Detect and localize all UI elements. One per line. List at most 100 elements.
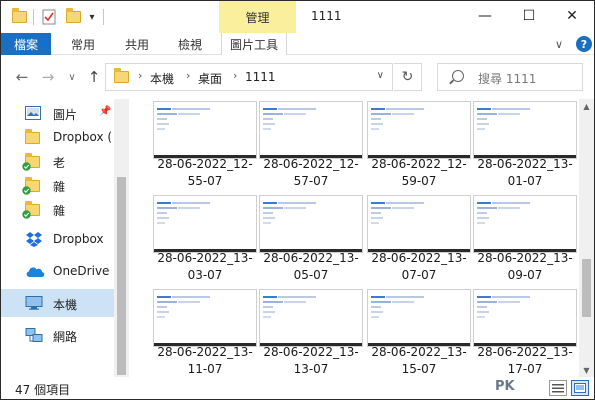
address-bar[interactable]: › 本機 › 桌面 › 1111 ∨ xyxy=(105,63,393,91)
file-name-line-2: 17-07 xyxy=(507,362,543,376)
properties-icon[interactable] xyxy=(39,7,59,27)
crumb-separator: › xyxy=(186,69,191,82)
sidebar-item-this-pc[interactable]: 本機 xyxy=(1,289,114,317)
sidebar-item-label: Dropbox xyxy=(53,232,104,246)
file-name-line-2: 03-07 xyxy=(187,268,223,282)
sidebar-item-label: 老 xyxy=(53,156,66,170)
file-name-line-2: 15-07 xyxy=(401,362,437,376)
ribbon-expand-button[interactable]: ∨ xyxy=(555,33,563,55)
scrollbar-thumb[interactable] xyxy=(117,177,126,375)
file-name-line-2: 01-07 xyxy=(507,174,543,188)
file-thumbnail[interactable] xyxy=(153,195,257,253)
folder-icon xyxy=(114,68,129,83)
file-name-line-1: 28-06-2022_13- xyxy=(157,345,253,359)
file-name-line-2: 13-07 xyxy=(293,362,329,376)
back-button[interactable]: ← xyxy=(13,67,31,87)
sidebar-item-folder-3[interactable]: 雜 xyxy=(1,195,114,223)
quick-access-dropdown[interactable]: ▾ xyxy=(85,7,99,27)
scrollbar-thumb[interactable] xyxy=(582,259,591,317)
sidebar-item-label: Dropbox ( xyxy=(53,130,113,144)
tab-share[interactable]: 共用 xyxy=(125,33,149,55)
sidebar-item-network[interactable]: 網路 xyxy=(1,321,114,349)
manage-context-tab[interactable]: 管理 xyxy=(219,1,296,33)
file-thumbnail[interactable] xyxy=(259,289,363,347)
file-name-line-1: 28-06-2022_13- xyxy=(371,251,467,265)
sidebar-item-label: 圖片 xyxy=(53,108,78,122)
search-input[interactable]: 搜尋 1111 xyxy=(437,63,583,91)
new-folder-icon[interactable] xyxy=(63,7,83,27)
crumb-separator: › xyxy=(233,69,238,82)
file-name-line-1: 28-06-2022_13- xyxy=(263,251,359,265)
help-icon[interactable]: ? xyxy=(576,36,592,52)
file-thumbnail[interactable] xyxy=(259,101,363,159)
breadcrumb-current-folder[interactable]: 1111 xyxy=(245,70,276,84)
tab-picture-tools[interactable]: 圖片工具 xyxy=(221,33,288,55)
file-name-line-2: 05-07 xyxy=(293,268,329,282)
search-icon xyxy=(452,70,464,82)
folder-icon xyxy=(9,7,29,27)
pin-icon[interactable]: 📌 xyxy=(99,106,111,117)
minimize-button[interactable]: — xyxy=(463,1,507,31)
refresh-button[interactable]: ↻ xyxy=(394,63,422,91)
navigation-pane: 圖片 📌 Dropbox ( 老 雜 雜 Dropbox OneDrive 本機… xyxy=(1,99,129,377)
status-bar: 47 個項目 PK xyxy=(1,377,594,399)
file-thumbnail[interactable] xyxy=(367,289,471,347)
file-name-line-2: 57-07 xyxy=(293,174,329,188)
file-explorer-window: ▾ 管理 1111 — ☐ ✕ 檔案 常用 共用 檢視 圖片工具 ∨ ? ← →… xyxy=(0,0,595,400)
file-name-line-2: 09-07 xyxy=(507,268,543,282)
file-name-line-1: 28-06-2022_13- xyxy=(157,251,253,265)
file-thumbnail[interactable] xyxy=(473,195,577,253)
up-button[interactable]: ↑ xyxy=(85,67,103,87)
file-view: 28-06-2022_12- 55-07 28-06-2022_12- 57-0… xyxy=(129,99,579,377)
file-name-line-2: 55-07 xyxy=(187,174,223,188)
scroll-down-arrow[interactable]: ▼ xyxy=(579,363,594,377)
file-thumbnail[interactable] xyxy=(367,195,471,253)
sidebar-scrollbar[interactable] xyxy=(114,99,129,377)
sidebar-item-onedrive[interactable]: OneDrive xyxy=(1,257,114,285)
file-thumbnail[interactable] xyxy=(259,195,363,253)
breadcrumb-this-pc[interactable]: 本機 xyxy=(150,70,174,87)
file-name-line-1: 28-06-2022_12- xyxy=(263,157,359,171)
file-name-line-1: 28-06-2022_13- xyxy=(371,345,467,359)
file-thumbnail[interactable] xyxy=(473,101,577,159)
file-thumbnail[interactable] xyxy=(153,101,257,159)
divider xyxy=(103,9,104,25)
window-title: 1111 xyxy=(311,9,342,23)
file-name-line-1: 28-06-2022_12- xyxy=(371,157,467,171)
sidebar-item-dropbox[interactable]: Dropbox xyxy=(1,225,114,253)
content-scrollbar[interactable]: ▲ ▼ xyxy=(579,99,594,377)
folder-synced-icon xyxy=(22,153,40,171)
title-bar: ▾ 管理 1111 — ☐ ✕ xyxy=(1,1,594,33)
this-pc-icon xyxy=(25,296,43,313)
address-dropdown[interactable]: ∨ xyxy=(377,70,384,81)
tab-home[interactable]: 常用 xyxy=(71,33,95,55)
watermark-logo: PK xyxy=(495,379,515,394)
pictures-icon xyxy=(25,106,41,123)
maximize-button[interactable]: ☐ xyxy=(507,1,551,31)
sidebar-item-label: 雜 xyxy=(53,180,66,194)
file-name-line-1: 28-06-2022_13- xyxy=(477,157,573,171)
sidebar-item-label: 雜 xyxy=(53,204,66,218)
sidebar-item-label: 本機 xyxy=(53,298,78,312)
folder-synced-icon xyxy=(22,177,40,195)
file-thumbnail[interactable] xyxy=(473,289,577,347)
close-button[interactable]: ✕ xyxy=(550,1,594,31)
details-view-button[interactable] xyxy=(549,380,567,396)
sidebar-item-label: 網路 xyxy=(53,330,78,344)
recent-locations-button[interactable]: ∨ xyxy=(63,67,81,87)
large-icons-view-button[interactable] xyxy=(571,380,589,396)
breadcrumb-desktop[interactable]: 桌面 xyxy=(198,70,222,87)
tab-file[interactable]: 檔案 xyxy=(1,33,51,55)
folder-synced-icon xyxy=(22,201,40,219)
file-thumbnail[interactable] xyxy=(367,101,471,159)
file-name-line-2: 11-07 xyxy=(187,362,223,376)
scroll-up-arrow[interactable]: ▲ xyxy=(579,99,594,113)
file-name-line-1: 28-06-2022_13- xyxy=(263,345,359,359)
file-thumbnail[interactable] xyxy=(153,289,257,347)
tab-view[interactable]: 檢視 xyxy=(178,33,202,55)
onedrive-icon xyxy=(25,264,45,281)
crumb-separator: › xyxy=(138,69,143,82)
dropbox-icon xyxy=(25,232,43,250)
forward-button[interactable]: → xyxy=(39,67,57,87)
file-name-line-2: 59-07 xyxy=(401,174,437,188)
